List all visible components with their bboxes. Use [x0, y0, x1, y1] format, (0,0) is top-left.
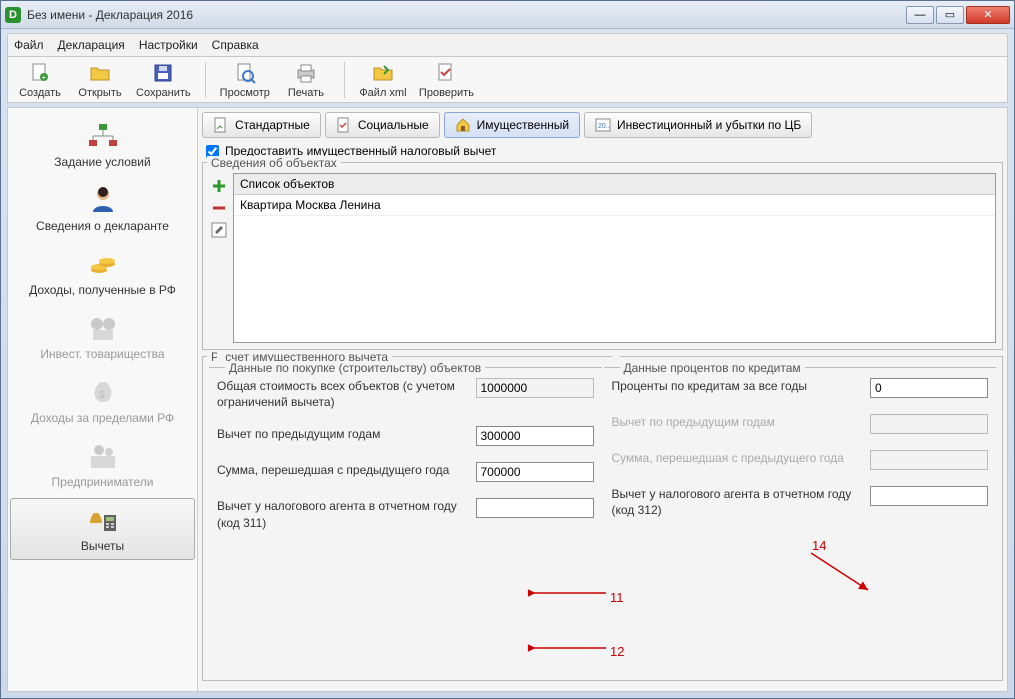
print-button[interactable]: Печать [282, 61, 330, 99]
print-icon [294, 61, 318, 85]
svg-text:+: + [42, 73, 47, 82]
file-xml-button[interactable]: Файл xml [359, 61, 407, 99]
person-icon [86, 185, 120, 215]
window-controls: — ▭ ✕ [906, 6, 1010, 24]
tab-social[interactable]: Социальные [325, 112, 440, 138]
tab-property[interactable]: Имущественный [444, 112, 580, 138]
calc-right-col: Данные процентов по кредитам Проценты по… [604, 367, 997, 551]
conditions-icon [86, 121, 120, 151]
nav-entrepreneur[interactable]: Предприниматели [10, 434, 195, 496]
agent-left-input[interactable] [476, 498, 594, 518]
save-icon [151, 61, 175, 85]
objects-tools [209, 173, 229, 343]
prev-years-right-input [870, 414, 988, 434]
menubar: Файл Декларация Настройки Справка [7, 33, 1008, 57]
nav-deductions[interactable]: Вычеты [10, 498, 195, 560]
main-panel: Стандартные Социальные Имущественный 20.… [198, 108, 1007, 691]
objects-list[interactable]: Список объектов Квартира Москва Ленина [233, 173, 996, 343]
calc-fieldset: Расчет имущественного вычета Данные по п… [202, 356, 1003, 681]
coins-icon [86, 249, 120, 279]
calc-left-legend: Данные по покупке (строительству) объект… [225, 361, 485, 375]
nav-income-foreign[interactable]: $ Доходы за пределами РФ [10, 370, 195, 432]
carryover-right-label: Сумма, перешедшая с предыдущего года [612, 450, 863, 466]
tab-investment[interactable]: 20.. Инвестиционный и убытки по ЦБ [584, 112, 812, 138]
separator [205, 62, 206, 98]
content-area: Задание условий Сведения о декларанте До… [7, 107, 1008, 692]
total-cost-label: Общая стоимость всех объектов (с учетом … [217, 378, 468, 410]
objects-legend: Сведения об объектах [207, 156, 341, 170]
interest-input[interactable] [870, 378, 988, 398]
toolbar: + Создать Открыть Сохранить Просмотр Печ… [7, 57, 1008, 103]
check-button[interactable]: Проверить [419, 61, 474, 99]
deduction-tabs: Стандартные Социальные Имущественный 20.… [202, 112, 1003, 138]
titlebar: D Без имени - Декларация 2016 — ▭ ✕ [1, 1, 1014, 29]
carryover-left-input[interactable] [476, 462, 594, 482]
svg-text:20..: 20.. [598, 123, 610, 130]
tab-standard[interactable]: Стандартные [202, 112, 321, 138]
document-check-icon [336, 117, 352, 133]
agent-right-label: Вычет у налогового агента в отчетном год… [612, 486, 863, 518]
nav-conditions[interactable]: Задание условий [10, 114, 195, 176]
objects-fieldset: Сведения об объектах Список объектов Ква… [202, 162, 1003, 350]
agent-left-label: Вычет у налогового агента в отчетном год… [217, 498, 468, 530]
calc-right-legend: Данные процентов по кредитам [620, 361, 805, 375]
minimize-button[interactable]: — [906, 6, 934, 24]
document-icon [213, 117, 229, 133]
document-new-icon: + [28, 61, 52, 85]
list-header: Список объектов [234, 174, 995, 195]
maximize-button[interactable]: ▭ [936, 6, 964, 24]
deductions-icon [86, 505, 120, 535]
interest-label: Проценты по кредитам за все годы [612, 378, 863, 394]
add-object-button[interactable] [209, 177, 229, 195]
app-icon: D [5, 7, 21, 23]
prev-years-right-label: Вычет по предыдущим годам [612, 414, 863, 430]
nav-declarant[interactable]: Сведения о декларанте [10, 178, 195, 240]
preview-button[interactable]: Просмотр [220, 61, 270, 99]
separator [344, 62, 345, 98]
invest-icon [86, 313, 120, 343]
nav-income-rf[interactable]: Доходы, полученные в РФ [10, 242, 195, 304]
money-bag-icon: $ [86, 377, 120, 407]
edit-object-button[interactable] [209, 221, 229, 239]
check-icon [434, 61, 458, 85]
menu-settings[interactable]: Настройки [139, 38, 198, 52]
prev-years-left-label: Вычет по предыдущим годам [217, 426, 468, 442]
house-icon [455, 117, 471, 133]
menu-file[interactable]: Файл [14, 38, 44, 52]
entrepreneur-icon [86, 441, 120, 471]
save-button[interactable]: Сохранить [136, 61, 191, 99]
create-button[interactable]: + Создать [16, 61, 64, 99]
menu-help[interactable]: Справка [212, 38, 259, 52]
folder-open-icon [88, 61, 112, 85]
app-window: D Без имени - Декларация 2016 — ▭ ✕ Файл… [0, 0, 1015, 699]
svg-text:$: $ [99, 390, 105, 401]
remove-object-button[interactable] [209, 199, 229, 217]
total-cost-input [476, 378, 594, 398]
file-xml-icon [371, 61, 395, 85]
window-title: Без имени - Декларация 2016 [27, 8, 906, 22]
carryover-right-input [870, 450, 988, 470]
calc-left-col: Данные по покупке (строительству) объект… [209, 367, 602, 551]
menu-declaration[interactable]: Декларация [58, 38, 125, 52]
preview-icon [233, 61, 257, 85]
calendar-icon: 20.. [595, 117, 611, 133]
left-nav: Задание условий Сведения о декларанте До… [8, 108, 198, 691]
open-button[interactable]: Открыть [76, 61, 124, 99]
list-item[interactable]: Квартира Москва Ленина [234, 195, 995, 216]
prev-years-left-input[interactable] [476, 426, 594, 446]
nav-invest[interactable]: Инвест. товарищества [10, 306, 195, 368]
carryover-left-label: Сумма, перешедшая с предыдущего года [217, 462, 468, 478]
agent-right-input[interactable] [870, 486, 988, 506]
close-button[interactable]: ✕ [966, 6, 1010, 24]
